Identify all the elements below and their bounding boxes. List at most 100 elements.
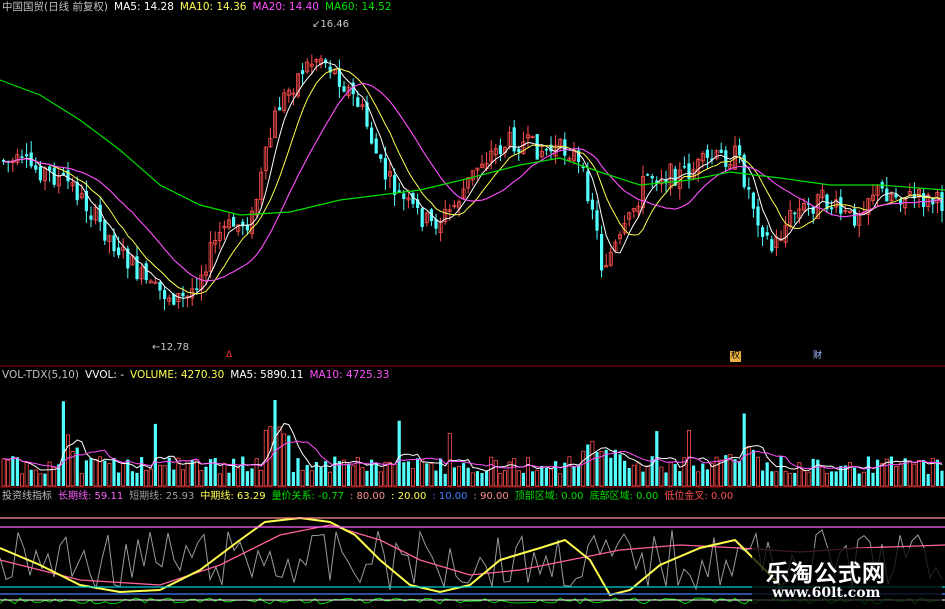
volume-bar: [940, 470, 944, 486]
volume-bar: [733, 459, 737, 486]
level-10-value: : 10.00: [432, 491, 468, 502]
volume-bar: [774, 471, 779, 487]
volume-bar: [194, 459, 199, 487]
volume-value: VOLUME: 4270.30: [130, 369, 225, 381]
volume-bar: [15, 457, 19, 486]
candle-body: [590, 199, 594, 210]
candle-body: [117, 247, 121, 256]
event-marker-1[interactable]: 权: [730, 351, 742, 362]
volume-bar: [738, 461, 742, 486]
candle-body: [75, 181, 79, 201]
volume-bar: [250, 468, 254, 486]
volume-bar: [282, 433, 287, 487]
candle-body: [600, 233, 604, 271]
candle-body: [25, 154, 29, 157]
candle-body: [402, 193, 406, 199]
candle-body: [646, 174, 650, 176]
volume-bar: [540, 465, 544, 486]
volume-bar: [489, 456, 494, 487]
volume-bar: [296, 458, 300, 486]
volume-bar: [783, 470, 788, 487]
volume-bar: [857, 473, 861, 486]
candle-body: [158, 281, 162, 291]
candle-body: [512, 127, 516, 152]
volume-bar: [577, 466, 581, 486]
volume-bar: [793, 472, 797, 486]
volume-bar: [645, 465, 650, 487]
volume-bar: [917, 459, 922, 487]
volume-bar: [544, 467, 548, 486]
volume-bar: [567, 456, 572, 487]
volume-bar: [770, 471, 774, 486]
ma20-value: MA20: 14.40: [252, 1, 319, 13]
volume-bar: [797, 462, 802, 487]
watermark: 乐淘公式网 www.60lt.com: [752, 548, 942, 606]
top-zone-value: 顶部区域: 0.00: [514, 491, 584, 502]
volume-bar: [678, 471, 682, 486]
indicator-name[interactable]: 投资线指标: [2, 491, 52, 502]
volume-bar: [245, 471, 249, 486]
volume-bar: [898, 463, 903, 487]
marker-dot[interactable]: Δ: [225, 350, 233, 361]
level-20-value: : 20.00: [391, 491, 427, 502]
volume-bar: [434, 470, 438, 486]
volume-bar: [853, 467, 857, 486]
volume-bar: [180, 469, 185, 487]
volume-bar: [333, 456, 337, 486]
volume-bar: [89, 458, 93, 486]
candle-body: [793, 212, 797, 215]
indicator-header: 投资线指标 长期线: 59.11 短期线: 25.93 中期线: 63.29 量价关系:…: [2, 490, 739, 503]
volume-bar: [586, 444, 590, 486]
volume-bar: [420, 458, 425, 487]
volume-bar: [107, 463, 112, 487]
candle-body: [34, 165, 38, 170]
volume-bar: [641, 471, 645, 486]
volume-bar: [866, 456, 870, 486]
volume-bar: [397, 420, 401, 486]
volume-bar: [746, 445, 751, 487]
volume-bar: [889, 456, 893, 486]
volume-bar: [926, 473, 930, 486]
candle-body: [420, 208, 424, 227]
volume-bar: [236, 467, 241, 487]
candle-body: [38, 166, 42, 181]
volume-bar: [609, 457, 613, 486]
volume-bar: [834, 471, 838, 486]
volume-bar: [222, 462, 227, 487]
volume-price-value: 量价关系: -0.77: [271, 491, 344, 502]
candle-body: [830, 207, 834, 210]
candle-body: [705, 149, 709, 158]
volume-bar: [443, 473, 447, 486]
candle-body: [544, 148, 548, 151]
volume-bar: [38, 473, 43, 487]
volume-bar: [185, 460, 190, 487]
candle-body: [370, 127, 374, 144]
volume-bar: [462, 463, 466, 486]
volume-bar: [217, 473, 222, 487]
candle-body: [650, 175, 654, 179]
volume-bar: [319, 467, 323, 486]
volume-bar: [470, 472, 475, 487]
candle-body: [241, 221, 245, 227]
volume-bar: [232, 458, 236, 486]
volume-indicator-name[interactable]: VOL-TDX(5,10): [2, 369, 79, 381]
volume-bar: [618, 454, 622, 486]
volume-bar: [153, 423, 157, 486]
volume-bar: [93, 459, 98, 487]
volume-bar: [309, 470, 314, 487]
volume-bar: [24, 462, 29, 487]
candle-body: [374, 138, 378, 154]
volume-bar: [701, 463, 705, 486]
volume-bar: [765, 462, 769, 486]
volume-bar: [305, 465, 309, 486]
volume-bar: [692, 465, 696, 486]
volume-bar: [466, 467, 470, 486]
volume-bar: [254, 458, 259, 487]
candle-body: [586, 171, 590, 202]
volume-bar: [549, 468, 554, 487]
event-marker-2[interactable]: 财: [812, 351, 823, 362]
volume-bar: [816, 459, 820, 486]
volume-bar: [43, 473, 47, 486]
candle-body: [20, 156, 24, 158]
candle-body: [278, 107, 282, 111]
